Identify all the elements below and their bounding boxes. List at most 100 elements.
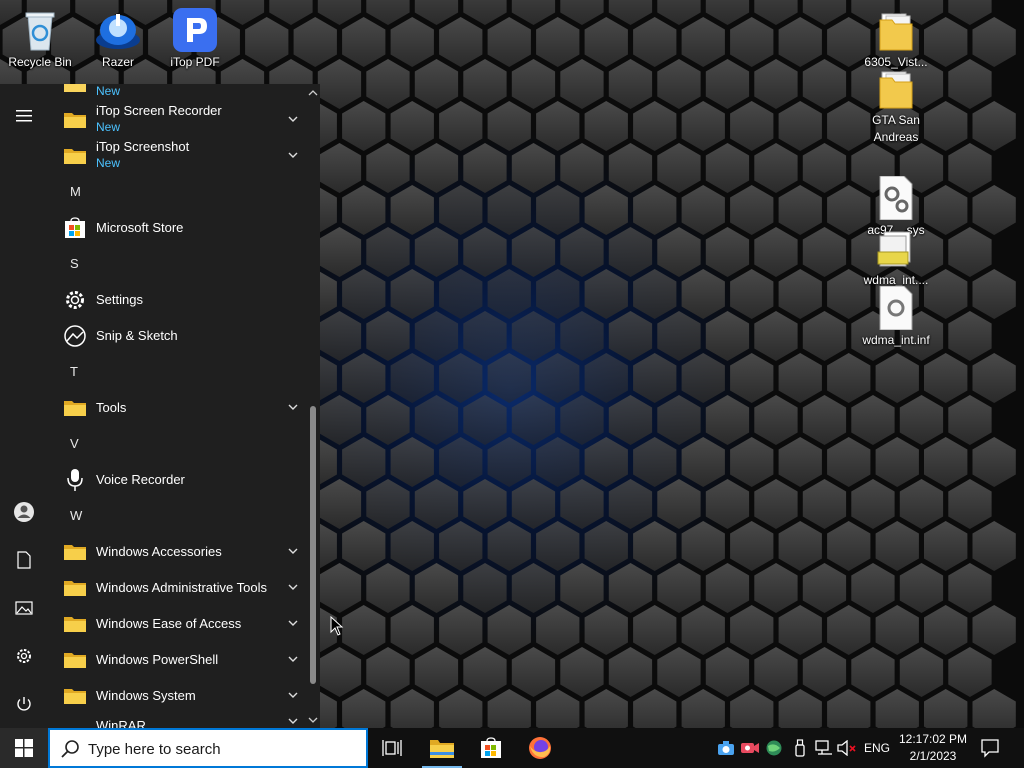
- app-list-scrollbar[interactable]: [306, 84, 320, 728]
- documents-button[interactable]: [0, 540, 48, 580]
- app-item-label: iTop Screenshot: [96, 139, 190, 154]
- microsoft-store-button[interactable]: [467, 728, 515, 768]
- desktop-icon-recycle-bin[interactable]: Recycle Bin: [0, 8, 80, 71]
- app-item-itop-screen-recorder[interactable]: iTop Screen Recorder New: [48, 102, 306, 138]
- pictures-icon: [15, 601, 33, 615]
- input-language-indicator[interactable]: ENG: [864, 741, 890, 755]
- app-item-partial[interactable]: New: [48, 84, 306, 102]
- taskbar-clock[interactable]: 12:17:02 PM 2/1/2023: [896, 731, 970, 765]
- chevron-down-icon: [288, 718, 298, 724]
- chevron-down-icon: [288, 404, 298, 410]
- microphone-icon: [62, 469, 88, 491]
- letter-header-t[interactable]: T: [48, 354, 306, 390]
- folder-icon: [62, 110, 88, 130]
- new-badge: New: [96, 120, 121, 134]
- tray-volume[interactable]: [837, 738, 857, 758]
- desktop-icon-label: Razer: [101, 55, 134, 69]
- chevron-down-icon: [288, 116, 298, 122]
- system-file-icon: [879, 176, 913, 220]
- scroll-up-button[interactable]: [307, 87, 319, 99]
- mouse-cursor: [330, 616, 344, 636]
- task-view-icon: [382, 740, 402, 756]
- app-item-winrar[interactable]: WinRAR: [48, 708, 306, 728]
- app-item-label: Microsoft Store: [96, 220, 184, 235]
- app-item-tools[interactable]: Tools: [48, 390, 306, 426]
- tray-usb[interactable]: [790, 738, 810, 758]
- folder-icon: [62, 578, 88, 598]
- desktop-icon-razer[interactable]: Razer: [78, 8, 158, 71]
- app-list[interactable]: New iTop Screen Recorder New iTop Screen…: [48, 84, 306, 728]
- volume-muted-icon: [837, 740, 856, 756]
- user-account-button[interactable]: [0, 492, 48, 532]
- desktop-icon-label: Recycle Bin: [8, 55, 72, 69]
- task-view-button[interactable]: [368, 728, 416, 768]
- pictures-button[interactable]: [0, 588, 48, 628]
- file-explorer-icon: [430, 740, 454, 758]
- recorder-icon: [741, 743, 759, 753]
- tray-recorder[interactable]: [740, 738, 760, 758]
- file-explorer-button[interactable]: [418, 728, 466, 768]
- folder-icon: [879, 71, 913, 109]
- app-item-microsoft-store[interactable]: Microsoft Store: [48, 210, 306, 246]
- app-item-settings[interactable]: Settings: [48, 282, 306, 318]
- app-item-label: Windows Accessories: [96, 544, 222, 559]
- chevron-down-icon: [308, 717, 318, 723]
- system-file-icon: [879, 286, 913, 330]
- app-item-windows-admin-tools[interactable]: Windows Administrative Tools: [48, 570, 306, 606]
- chevron-down-icon: [288, 692, 298, 698]
- settings-icon: [17, 649, 31, 663]
- app-item-label: Windows Ease of Access: [96, 616, 242, 631]
- chevron-down-icon: [288, 152, 298, 158]
- letter-header-w[interactable]: W: [48, 498, 306, 534]
- app-item-windows-ease-of-access[interactable]: Windows Ease of Access: [48, 606, 306, 642]
- folder-icon: [62, 146, 88, 166]
- taskbar-search-box[interactable]: Type here to search: [48, 728, 368, 768]
- setup-info-icon: [877, 231, 911, 267]
- app-item-windows-powershell[interactable]: Windows PowerShell: [48, 642, 306, 678]
- app-item-voice-recorder[interactable]: Voice Recorder: [48, 462, 306, 498]
- letter-header-v[interactable]: V: [48, 426, 306, 462]
- firefox-button[interactable]: [516, 728, 564, 768]
- tray-network[interactable]: [814, 738, 834, 758]
- app-item-itop-screenshot[interactable]: iTop Screenshot New: [48, 138, 306, 174]
- notification-icon: [981, 739, 999, 758]
- app-item-label: Windows Administrative Tools: [96, 580, 267, 595]
- desktop-icon-gta[interactable]: GTA San Andreas: [856, 68, 936, 146]
- power-button[interactable]: [0, 684, 48, 724]
- usb-icon: [795, 739, 805, 757]
- app-item-windows-accessories[interactable]: Windows Accessories: [48, 534, 306, 570]
- expand-menu-button[interactable]: [0, 96, 48, 136]
- clock-date: 2/1/2023: [909, 749, 957, 763]
- microsoft-store-icon: [481, 737, 501, 758]
- chevron-down-icon: [288, 656, 298, 662]
- chevron-up-icon: [308, 90, 318, 96]
- scroll-thumb[interactable]: [310, 406, 316, 684]
- scroll-down-button[interactable]: [307, 714, 319, 726]
- documents-icon: [17, 551, 31, 569]
- folder-icon: [62, 614, 88, 634]
- folder-icon: [62, 686, 88, 706]
- desktop-icon-6305[interactable]: 6305_Vist...: [856, 10, 936, 71]
- new-badge: New: [96, 84, 121, 98]
- desktop-icon-label: GTA San Andreas: [872, 113, 920, 144]
- letter-header-m[interactable]: M: [48, 174, 306, 210]
- desktop-icon-label: wdma_int.inf: [862, 333, 930, 347]
- desktop-icon-wdma-setup[interactable]: wdma_int....: [856, 230, 936, 289]
- action-center-button[interactable]: [980, 738, 1002, 758]
- razer-icon: [96, 14, 140, 49]
- letter-header-s[interactable]: S: [48, 246, 306, 282]
- app-item-snip-sketch[interactable]: Snip & Sketch: [48, 318, 306, 354]
- tray-camera[interactable]: [716, 738, 736, 758]
- menu-icon: [16, 110, 32, 122]
- folder-icon: [62, 542, 88, 562]
- settings-button[interactable]: [0, 636, 48, 676]
- chevron-down-icon: [288, 584, 298, 590]
- desktop-icon-wdma-inf[interactable]: wdma_int.inf: [856, 286, 936, 349]
- start-button[interactable]: [0, 728, 48, 768]
- tray-network-globe[interactable]: [764, 738, 784, 758]
- taskbar: Type here to search ENG 12:17:02 PM 2/1/…: [0, 728, 1024, 768]
- power-icon: [17, 697, 31, 711]
- start-menu-rail: [0, 84, 48, 728]
- app-item-label: iTop Screen Recorder: [96, 103, 222, 118]
- desktop-icon-itop-pdf[interactable]: iTop PDF: [155, 8, 235, 71]
